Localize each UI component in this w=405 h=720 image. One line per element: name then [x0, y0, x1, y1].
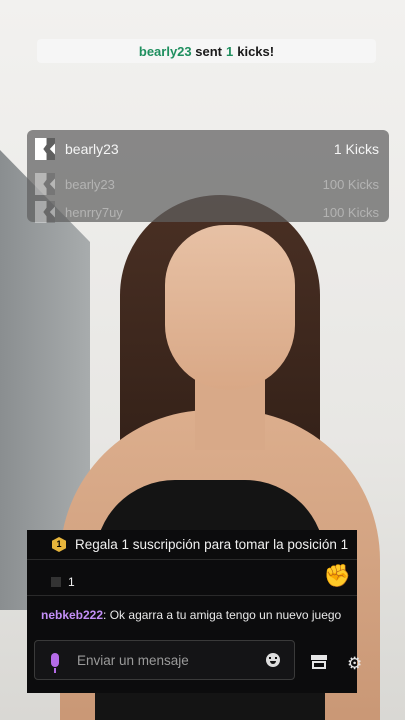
chat-message-input[interactable]	[75, 651, 266, 669]
leaderboard-name: henrry7uy	[65, 204, 123, 220]
pinned-subscription-prompt[interactable]: 1 Regala 1 suscripción para tomar la pos…	[27, 530, 357, 560]
leaderboard-amount: 100 Kicks	[322, 204, 379, 220]
chat-message: nebkeb222: Ok agarra a tu amiga tengo un…	[41, 608, 341, 622]
position-badge-icon: 1	[52, 537, 66, 552]
chat-panel: 1 Regala 1 suscripción para tomar la pos…	[27, 530, 362, 693]
gift-count: 1	[68, 575, 75, 589]
leaderboard-row: bearly23 100 Kicks	[35, 173, 379, 195]
store-icon[interactable]	[311, 655, 327, 669]
leaderboard-row: bearly23 1 Kicks	[35, 138, 379, 160]
gift-leader-row: 1 ✊	[27, 561, 357, 596]
settings-gear-icon[interactable]: ⚙	[347, 654, 362, 674]
notification-username: bearly23	[138, 43, 192, 59]
notification-count: 1	[226, 43, 234, 59]
kick-logo-icon	[51, 577, 61, 587]
leaderboard-row: henrry7uy 100 Kicks	[35, 201, 379, 223]
kick-logo-icon	[35, 138, 55, 160]
leaderboard-name: bearly23	[65, 176, 115, 192]
notification-sent-text: sent	[195, 43, 222, 59]
leaderboard-amount: 1 Kicks	[333, 141, 379, 157]
chat-message-text: Ok agarra a tu amiga tengo un nuevo jueg…	[106, 608, 342, 622]
emoji-icon[interactable]	[266, 653, 280, 667]
chat-message-author[interactable]: nebkeb222	[41, 608, 103, 622]
kick-logo-icon	[35, 173, 55, 195]
chat-input-box[interactable]	[34, 640, 295, 680]
leaderboard-amount: 100 Kicks	[322, 176, 379, 192]
kick-logo-icon	[35, 201, 55, 223]
notification-kicks-text: kicks!	[237, 43, 275, 59]
hand-emoji-icon: ✊	[323, 563, 351, 588]
leaderboard-name: bearly23	[65, 141, 119, 157]
pinned-text: Regala 1 suscripción para tomar la posic…	[75, 537, 349, 552]
streamer-face	[165, 225, 295, 390]
microphone-icon[interactable]	[35, 653, 75, 673]
kicks-leaderboard: bearly23 1 Kicks bearly23 100 Kicks henr…	[27, 130, 389, 223]
kick-notification-banner: bearly23 sent 1 kicks!	[37, 39, 376, 63]
